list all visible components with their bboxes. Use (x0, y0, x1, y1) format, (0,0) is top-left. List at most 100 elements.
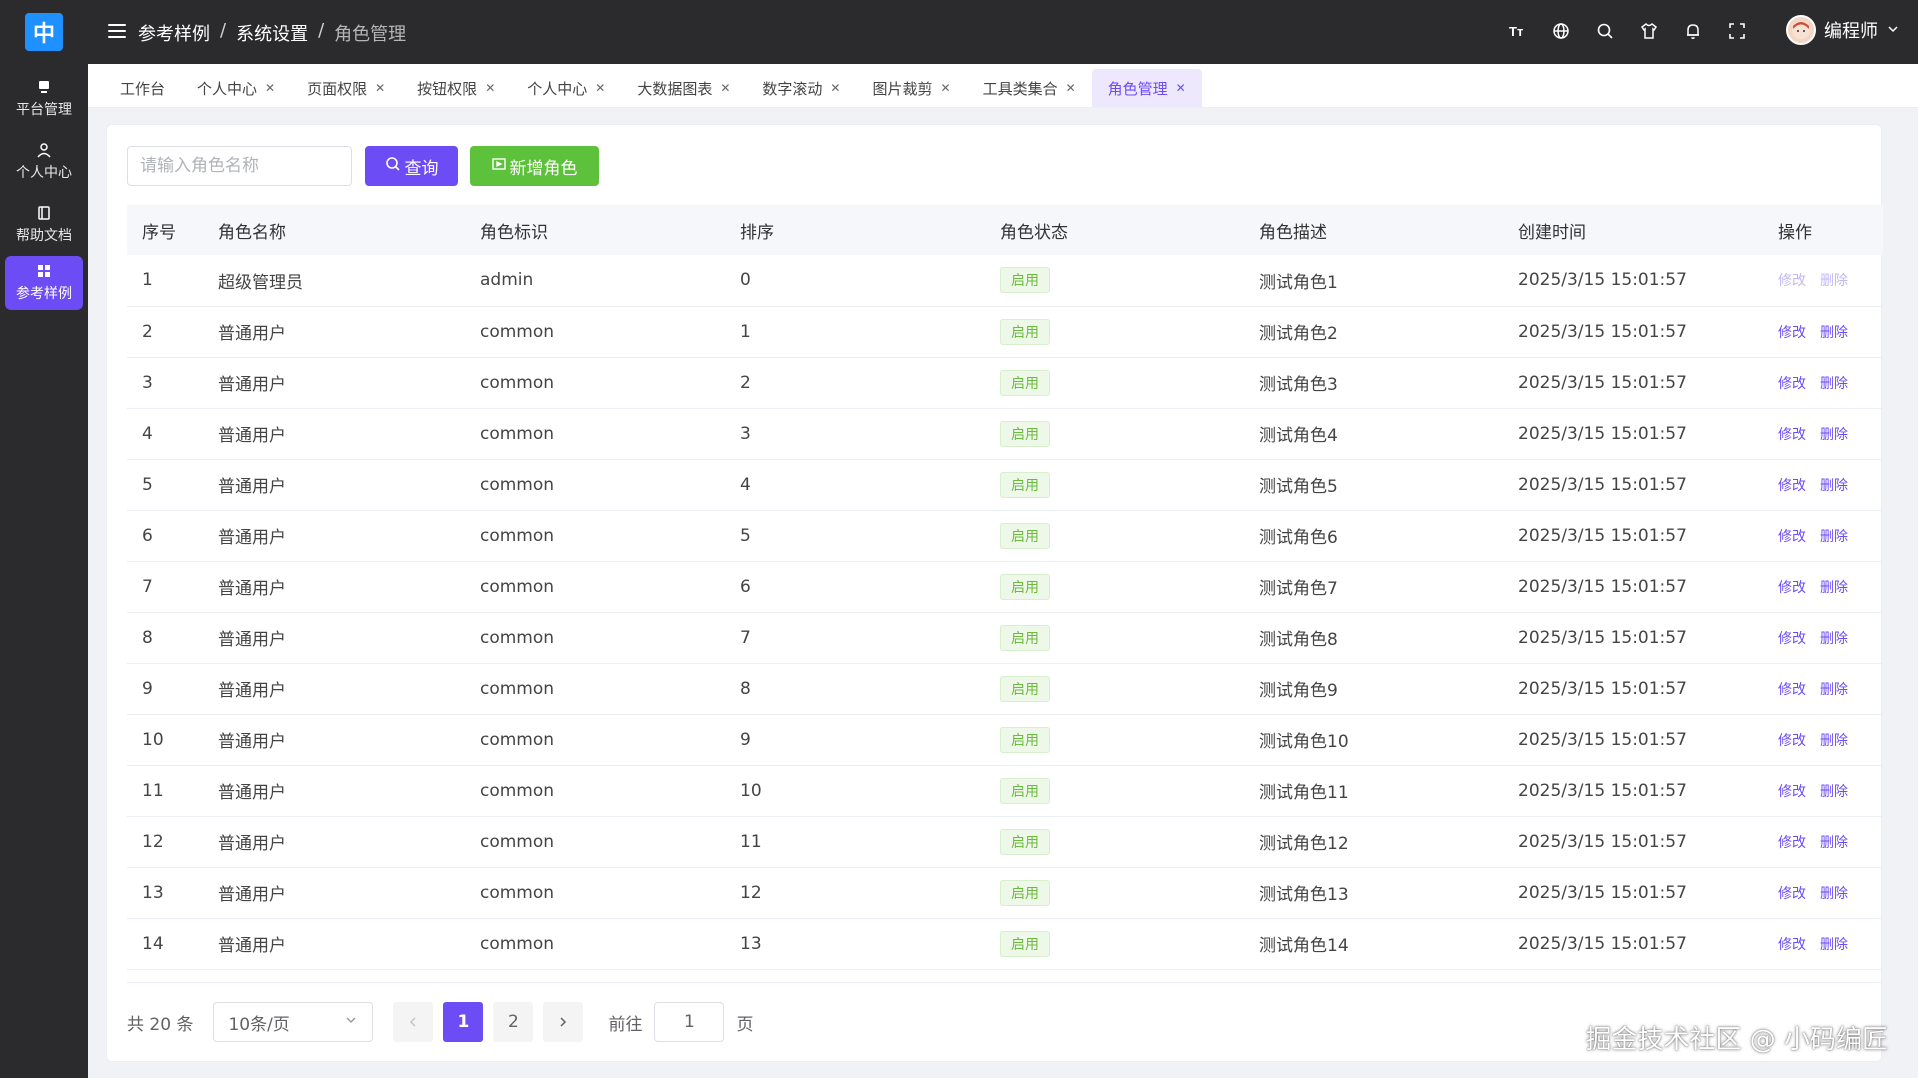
globe-icon[interactable] (1550, 20, 1572, 42)
status-badge: 启用 (1000, 471, 1050, 498)
delete-button[interactable]: 删除 (1820, 631, 1848, 647)
cell-no: 3 (127, 357, 203, 409)
cell-name: 普通用户 (203, 663, 465, 715)
close-icon[interactable]: ✕ (265, 81, 275, 95)
delete-button[interactable]: 删除 (1820, 580, 1848, 596)
cell-key: common (465, 663, 725, 715)
page-button-2[interactable]: 2 (493, 1002, 534, 1042)
delete-button[interactable]: 删除 (1820, 733, 1848, 749)
next-page-button[interactable] (543, 1002, 584, 1042)
tab-2[interactable]: 页面权限 ✕ (291, 69, 401, 107)
edit-button[interactable]: 修改 (1778, 376, 1806, 392)
edit-button[interactable]: 修改 (1778, 427, 1806, 443)
cell-name: 普通用户 (203, 306, 465, 358)
close-icon[interactable]: ✕ (375, 81, 385, 95)
app-logo[interactable]: 中 (25, 13, 63, 51)
chevron-down-icon (344, 1012, 358, 1032)
cell-key: common (465, 816, 725, 868)
breadcrumb-item[interactable]: 参考样例 (138, 20, 210, 46)
close-icon[interactable]: ✕ (720, 81, 730, 95)
delete-button[interactable]: 删除 (1820, 478, 1848, 494)
tab-label: 大数据图表 (637, 79, 713, 98)
close-icon[interactable]: ✕ (595, 81, 605, 95)
actions-cell: 修改 删除 (1763, 255, 1883, 307)
shirt-icon[interactable] (1638, 20, 1660, 42)
user-menu[interactable]: 编程师 (1786, 15, 1900, 45)
close-icon[interactable]: ✕ (1066, 81, 1076, 95)
cell-no: 6 (127, 510, 203, 562)
sidebar-item-3[interactable]: 参考样例 (5, 256, 83, 310)
search-icon[interactable] (1594, 20, 1616, 42)
sidebar-item-0[interactable]: 平台管理 (5, 72, 83, 126)
delete-button[interactable]: 删除 (1820, 937, 1848, 953)
cell-sort: 12 (725, 867, 985, 919)
cell-desc: 测试角色11 (1244, 765, 1503, 817)
bell-icon[interactable] (1682, 20, 1704, 42)
tab-6[interactable]: 数字滚动 ✕ (746, 69, 856, 107)
delete-button[interactable]: 删除 (1820, 325, 1848, 341)
tab-5[interactable]: 大数据图表 ✕ (621, 69, 746, 107)
delete-button[interactable]: 删除 (1820, 784, 1848, 800)
close-icon[interactable]: ✕ (830, 81, 840, 95)
total-count: 共 20 条 (127, 1014, 194, 1035)
cell-time: 2025/3/15 15:01:57 (1503, 867, 1763, 919)
cell-time: 2025/3/15 15:01:57 (1503, 765, 1763, 817)
breadcrumb-item[interactable]: 系统设置 (236, 20, 308, 46)
edit-button[interactable]: 修改 (1778, 631, 1806, 647)
tab-label: 按钮权限 (417, 79, 478, 98)
edit-button[interactable]: 修改 (1778, 682, 1806, 698)
edit-button: 修改 (1778, 273, 1806, 290)
role-name-search-input[interactable] (127, 146, 352, 186)
cell-name: 普通用户 (203, 459, 465, 511)
tab-0[interactable]: 工作台 (104, 69, 181, 107)
cell-name: 超级管理员 (203, 255, 465, 307)
cell-name: 普通用户 (203, 612, 465, 664)
tab-4[interactable]: 个人中心 ✕ (511, 69, 621, 107)
delete-button[interactable]: 删除 (1820, 886, 1848, 902)
close-icon[interactable]: ✕ (1176, 81, 1186, 95)
tab-3[interactable]: 按钮权限 ✕ (401, 69, 511, 107)
cell-desc: 测试角色3 (1244, 357, 1503, 409)
menu-toggle-icon[interactable] (106, 20, 128, 42)
tab-7[interactable]: 图片裁剪 ✕ (856, 69, 966, 107)
sidebar-item-1[interactable]: 个人中心 (5, 135, 83, 189)
edit-button[interactable]: 修改 (1778, 478, 1806, 494)
page-button-1[interactable]: 1 (443, 1002, 484, 1042)
edit-button[interactable]: 修改 (1778, 580, 1806, 596)
status-badge: 启用 (1000, 318, 1050, 345)
cell-time: 2025/3/15 15:01:57 (1503, 612, 1763, 664)
edit-button[interactable]: 修改 (1778, 529, 1806, 545)
delete-button[interactable]: 删除 (1820, 682, 1848, 698)
close-icon[interactable]: ✕ (485, 81, 495, 95)
edit-button[interactable]: 修改 (1778, 784, 1806, 800)
edit-button[interactable]: 修改 (1778, 733, 1806, 749)
close-icon[interactable]: ✕ (941, 81, 951, 95)
tab-8[interactable]: 工具类集合 ✕ (967, 69, 1092, 107)
tab-1[interactable]: 个人中心 ✕ (181, 69, 291, 107)
fullscreen-icon[interactable] (1726, 20, 1748, 42)
delete-button[interactable]: 删除 (1820, 529, 1848, 545)
delete-button: 删除 (1820, 273, 1848, 290)
edit-button[interactable]: 修改 (1778, 937, 1806, 953)
query-button[interactable]: 查询 (365, 146, 458, 186)
edit-button[interactable]: 修改 (1778, 835, 1806, 851)
font-size-icon[interactable]: Tт (1506, 20, 1528, 42)
sidebar-item-2[interactable]: 帮助文档 (5, 198, 83, 252)
actions-cell: 修改 删除 (1763, 306, 1883, 358)
delete-button[interactable]: 删除 (1820, 376, 1848, 392)
prev-page-button[interactable] (393, 1002, 434, 1042)
cell-sort: 9 (725, 714, 985, 766)
edit-button[interactable]: 修改 (1778, 325, 1806, 341)
cell-time: 2025/3/15 15:01:57 (1503, 306, 1763, 358)
add-role-button[interactable]: 新增角色 (470, 146, 599, 186)
tab-9[interactable]: 角色管理 ✕ (1091, 69, 1202, 107)
status-badge: 启用 (1000, 879, 1050, 906)
goto-page-input[interactable] (654, 1002, 725, 1042)
table-row: 6 普通用户 common 5 启用 测试角色6 2025/3/15 15:01:57 修改删… (127, 510, 1883, 562)
edit-button[interactable]: 修改 (1778, 886, 1806, 902)
delete-button[interactable]: 删除 (1820, 427, 1848, 443)
delete-button[interactable]: 删除 (1820, 835, 1848, 851)
page-size-select[interactable]: 10条/页 (213, 1002, 374, 1042)
actions-cell: 修改 删除 (1763, 612, 1883, 664)
goto-label: 前往 (608, 1014, 643, 1035)
